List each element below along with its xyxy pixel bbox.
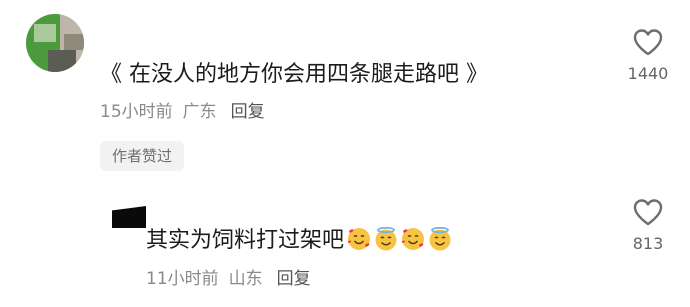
heart-icon [633, 199, 663, 226]
reply-meta: 11小时前 山东 回复 [146, 268, 311, 290]
author-liked-badge: 作者赞过 [100, 141, 185, 171]
comment-meta: 15小时前 广东 回复 [100, 101, 265, 123]
smiling-face-with-hearts-icon [401, 227, 425, 251]
like-count: 1440 [627, 64, 669, 83]
reply-location: 山东 [228, 269, 263, 289]
avatar[interactable] [26, 14, 84, 72]
like-count: 813 [632, 234, 664, 253]
smiling-face-with-halo-icon [428, 227, 452, 251]
comment-time: 15小时前 [100, 102, 173, 122]
smiling-face-with-hearts-icon [347, 227, 371, 251]
smiling-face-with-halo-icon [374, 227, 398, 251]
like-button[interactable]: 813 [618, 198, 678, 254]
like-button[interactable]: 1440 [618, 28, 678, 84]
reply-button[interactable]: 回复 [231, 102, 265, 122]
reply-text: 其实为饲料打过架吧 [146, 228, 345, 253]
reply-text-line: 其实为饲料打过架吧 [146, 227, 452, 255]
reply-time: 11小时前 [146, 269, 219, 289]
heart-icon [633, 29, 663, 56]
comment-location: 广东 [182, 102, 217, 122]
reply-avatar[interactable] [112, 206, 146, 228]
comment-text: 《 在没人的地方你会用四条腿走路吧 》 [100, 62, 488, 87]
reply-button[interactable]: 回复 [277, 269, 311, 289]
